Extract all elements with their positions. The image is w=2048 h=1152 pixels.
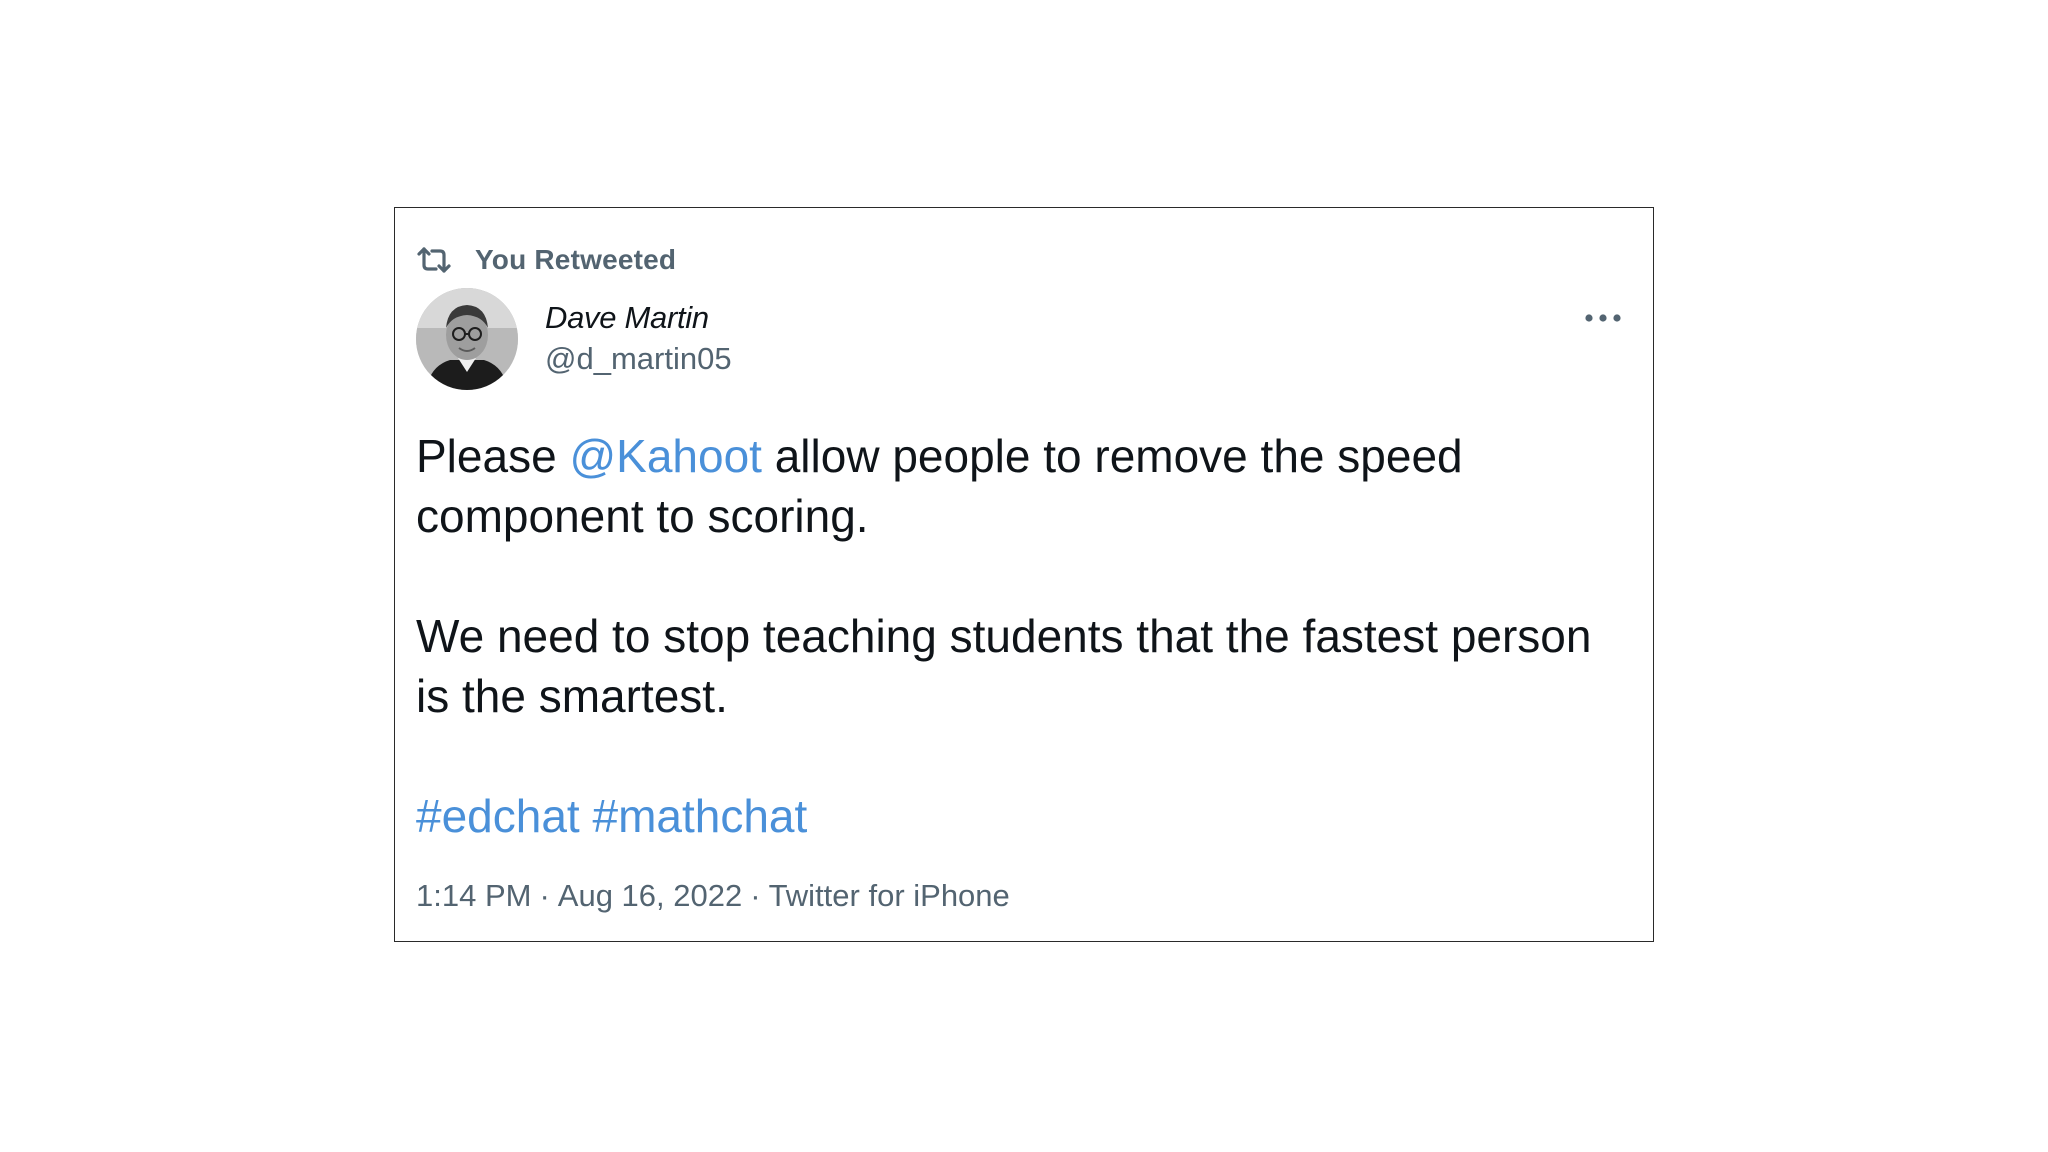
- more-dots-icon[interactable]: [1583, 306, 1623, 330]
- retweet-icon: [417, 247, 451, 273]
- meta-separator: ·: [750, 878, 761, 913]
- retweet-indicator: You Retweeted: [416, 244, 676, 276]
- hashtag-link-mathchat[interactable]: #mathchat: [592, 790, 807, 842]
- tweet-hashtags: #edchat #mathchat: [416, 786, 1596, 846]
- tweet-text-segment: Please: [416, 430, 570, 482]
- avatar-photo: [416, 288, 518, 390]
- tweet-date[interactable]: Aug 16, 2022: [558, 878, 742, 914]
- tweet-text: Please @Kahoot allow people to remove th…: [416, 426, 1596, 846]
- avatar[interactable]: [416, 288, 518, 390]
- mention-link[interactable]: @Kahoot: [569, 430, 762, 482]
- hashtag-link-edchat[interactable]: #edchat: [416, 790, 580, 842]
- tweet-paragraph-2: We need to stop teaching students that t…: [416, 610, 1592, 722]
- author-name[interactable]: Dave Martin: [545, 300, 709, 336]
- tweet-card[interactable]: You Retweeted Dave Martin @d_martin05 Pl…: [394, 207, 1654, 942]
- retweet-label: You Retweeted: [475, 244, 677, 275]
- tweet-time[interactable]: 1:14 PM: [416, 878, 531, 914]
- tweet-paragraph-1: Please @Kahoot allow people to remove th…: [416, 426, 1596, 546]
- author-handle[interactable]: @d_martin05: [545, 341, 732, 377]
- meta-separator: ·: [539, 878, 550, 913]
- tweet-metadata: 1:14 PM · Aug 16, 2022 · Twitter for iPh…: [416, 878, 1010, 914]
- tweet-source[interactable]: Twitter for iPhone: [769, 878, 1010, 914]
